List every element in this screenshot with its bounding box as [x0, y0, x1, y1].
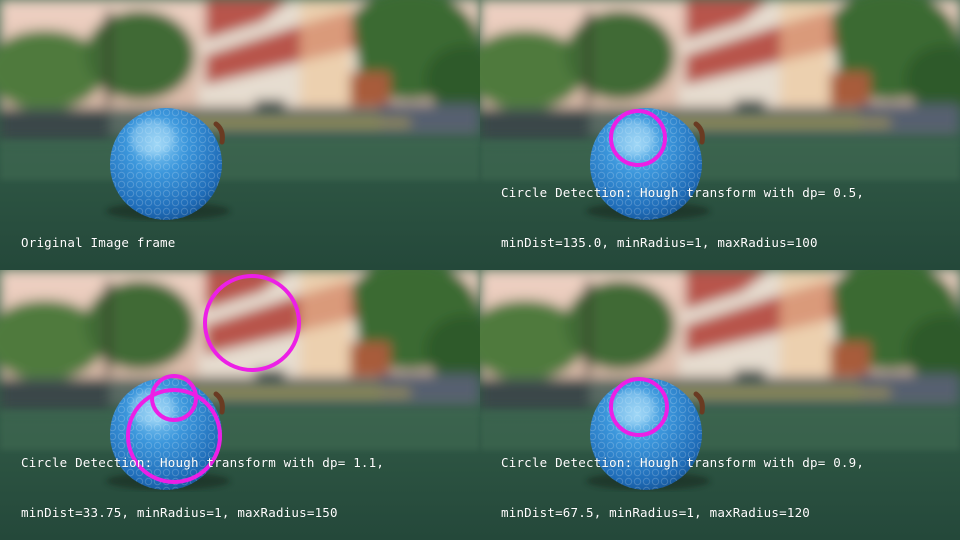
golf-ball-scene-image: [0, 0, 480, 270]
image-grid: Original Image frame Circle Detection: H…: [0, 0, 960, 540]
golf-ball-scene-image: [480, 270, 960, 540]
caption-line-1: Circle Detection: Hough transform with d…: [21, 455, 385, 470]
golf-ball-scene-image: [480, 0, 960, 270]
caption-line-2: minDist=135.0, minRadius=1, maxRadius=10…: [501, 235, 818, 250]
golf-ball-scene-image: [0, 270, 480, 540]
panel-hough-dp-1-1: Circle Detection: Hough transform with d…: [0, 270, 480, 540]
panel-original-frame: Original Image frame: [0, 0, 480, 270]
caption-line-2: minDist=67.5, minRadius=1, maxRadius=120: [501, 505, 811, 520]
panel-hough-dp-0-9: Circle Detection: Hough transform with d…: [480, 270, 960, 540]
caption-line-2: minDist=33.75, minRadius=1, maxRadius=15…: [21, 505, 338, 520]
panel-hough-dp-0-5: Circle Detection: Hough transform with d…: [480, 0, 960, 270]
caption-line-1: Circle Detection: Hough transform with d…: [501, 185, 865, 200]
caption-line-2: Original Image frame: [21, 235, 176, 250]
caption-line-1: Circle Detection: Hough transform with d…: [501, 455, 865, 470]
